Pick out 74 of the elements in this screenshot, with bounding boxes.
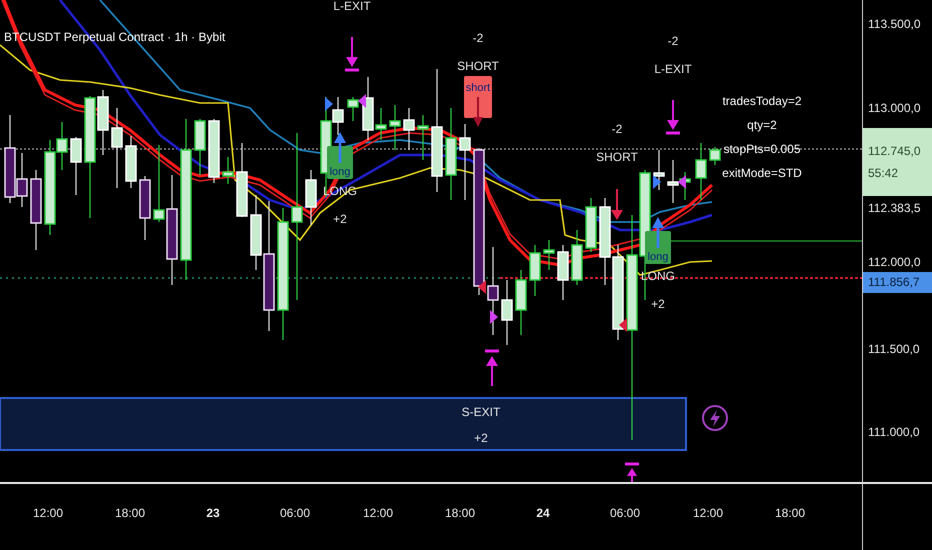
candlestick — [139, 176, 151, 240]
candlestick — [194, 119, 206, 175]
signal-label: +2 — [651, 297, 665, 311]
info-text: stopPts=0.005 — [723, 142, 801, 156]
candlestick — [208, 119, 220, 183]
signal-label: +2 — [333, 212, 347, 226]
candlestick — [222, 157, 234, 184]
signal-label: -2 — [472, 31, 484, 45]
candlestick — [529, 245, 541, 296]
arrow-up-icon — [485, 350, 499, 386]
time-label: 18:00 — [114, 506, 146, 520]
arrow-down-icon — [345, 37, 359, 72]
arrow-down-icon — [666, 100, 680, 134]
triangle-icon — [619, 318, 627, 332]
arrow-down-icon — [473, 97, 483, 127]
candlestick — [501, 280, 513, 345]
lightning-icon[interactable] — [702, 405, 728, 431]
candlestick — [585, 198, 597, 252]
price-label: 112.383,5 — [868, 200, 920, 217]
time-label: 12:00 — [362, 506, 394, 520]
triangle-icon — [358, 94, 366, 108]
candlestick — [389, 105, 401, 150]
time-label: 06:00 — [608, 506, 642, 520]
signal-label: L-EXIT — [654, 62, 692, 76]
arrow-up-icon — [625, 462, 639, 482]
signal-label: L-EXIT — [333, 0, 371, 13]
candlestick — [125, 136, 137, 188]
zone-label: S-EXIT — [462, 405, 500, 419]
candlestick — [543, 240, 555, 270]
time-label: 18:00 — [774, 506, 806, 520]
triangle-icon — [653, 175, 661, 189]
candlestick — [347, 97, 359, 121]
signal-label: SHORT — [596, 150, 638, 164]
info-text: exitMode=STD — [722, 166, 802, 180]
price-label: 111.500,0 — [868, 341, 920, 358]
signal-label: SHORT — [457, 59, 499, 73]
candlestick — [695, 143, 707, 200]
info-text: qty=2 — [747, 118, 777, 132]
time-label: 18:00 — [444, 506, 476, 520]
info-text: tradesToday=2 — [722, 94, 802, 108]
signal-tag: long — [645, 231, 671, 264]
candlestick — [305, 170, 317, 225]
candlestick — [709, 147, 721, 165]
candlestick — [515, 270, 527, 335]
triangle-icon — [678, 175, 686, 189]
triangle-icon — [490, 310, 498, 324]
price-badge: 111.856,7 — [863, 272, 932, 293]
candlestick — [417, 115, 429, 160]
candlestick — [557, 245, 569, 300]
price-label: 113.000,0 — [868, 100, 920, 117]
signal-label: -2 — [668, 34, 678, 48]
time-label: 12:00 — [692, 506, 724, 520]
zone-label: +2 — [474, 431, 488, 445]
signal-tag: long — [327, 146, 353, 179]
price-label: 113.500,0 — [868, 16, 920, 33]
arrow-up-icon — [652, 217, 664, 248]
triangle-icon — [478, 280, 486, 294]
candlestick — [571, 230, 583, 285]
countdown-text: 55:42 — [868, 166, 900, 180]
triangle-icon — [325, 97, 333, 111]
candlestick — [403, 108, 415, 150]
arrow-down-icon — [611, 189, 623, 220]
price-label: 111.000,0 — [868, 424, 920, 441]
time-label: 23 — [205, 506, 221, 520]
signal-label: -2 — [612, 122, 622, 136]
time-label: 06:00 — [278, 506, 312, 520]
price-value: 112.745,0 — [868, 144, 922, 158]
price-label: 112.000,0 — [868, 254, 920, 271]
candlestick — [70, 137, 82, 195]
arrow-up-icon — [334, 132, 346, 163]
candlestick — [653, 150, 665, 190]
signal-tag: short — [464, 76, 492, 118]
time-label: 24 — [535, 506, 551, 520]
time-label: 12:00 — [32, 506, 64, 520]
